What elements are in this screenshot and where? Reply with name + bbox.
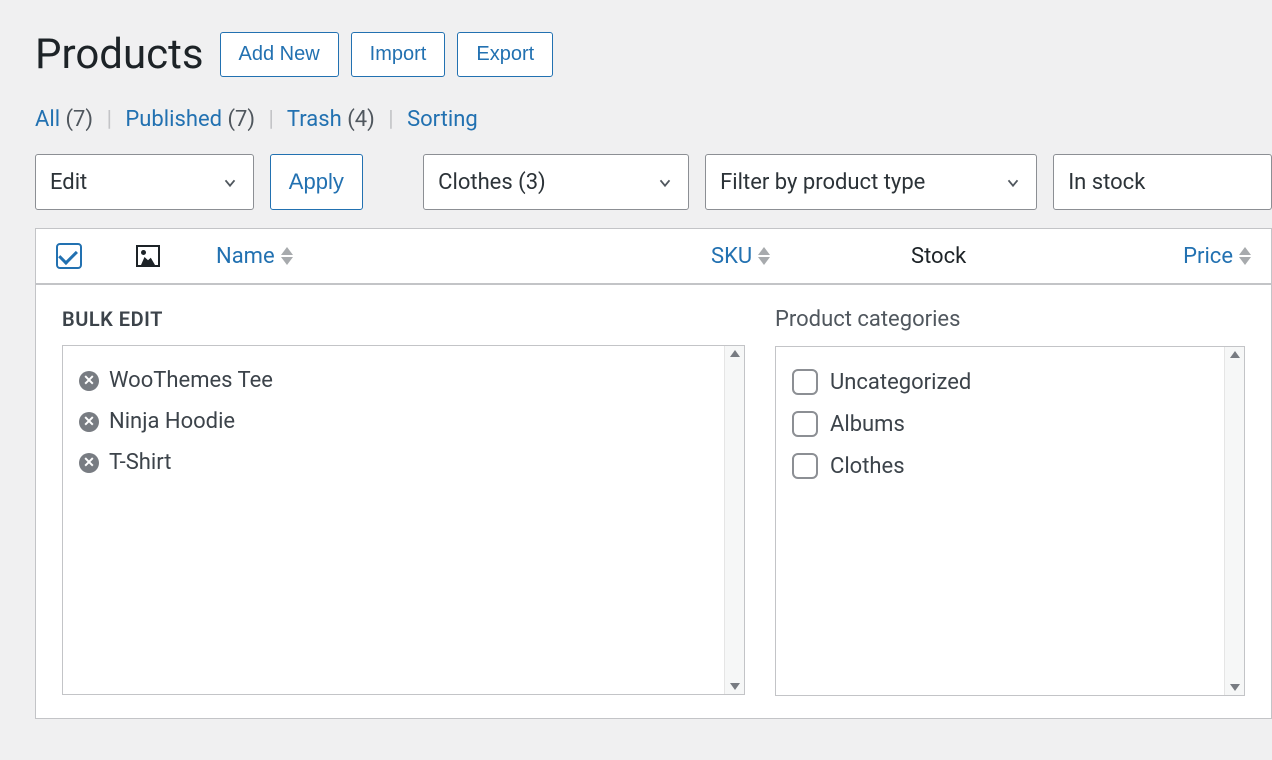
status-published-link[interactable]: Published	[125, 107, 222, 132]
import-button[interactable]: Import	[351, 32, 446, 77]
status-all-count: (7)	[66, 107, 94, 132]
scroll-down-icon	[730, 683, 740, 690]
scrollbar[interactable]	[724, 346, 744, 694]
category-item: Uncategorized	[792, 361, 1228, 403]
sort-icon	[1239, 247, 1251, 265]
bulk-edit-items-list: ✕ WooThemes Tee ✕ Ninja Hoodie ✕ T-Shirt	[62, 345, 745, 695]
bulk-edit-item: ✕ WooThemes Tee	[79, 360, 728, 401]
status-trash-count: (4)	[347, 107, 375, 132]
scroll-down-icon	[1230, 684, 1240, 691]
bulk-item-name: WooThemes Tee	[109, 368, 273, 393]
image-column-icon	[136, 245, 160, 267]
column-stock: Stock	[911, 244, 1111, 269]
product-type-filter-select[interactable]: Filter by product type	[705, 154, 1037, 210]
export-button[interactable]: Export	[457, 32, 553, 77]
status-published-count: (7)	[227, 107, 255, 132]
scroll-up-icon	[730, 350, 740, 357]
bulk-edit-item: ✕ Ninja Hoodie	[79, 401, 728, 442]
category-filter-select[interactable]: Clothes (3)	[423, 154, 689, 210]
column-price[interactable]: Price	[1111, 244, 1251, 269]
filters-row: Edit Apply Clothes (3) Filter by product…	[35, 154, 1272, 210]
column-sku[interactable]: SKU	[711, 244, 911, 269]
chevron-down-icon	[221, 173, 239, 191]
stock-filter-select[interactable]: In stock	[1053, 154, 1272, 210]
product-categories-list: Uncategorized Albums Clothes	[775, 346, 1245, 696]
bulk-action-select[interactable]: Edit	[35, 154, 254, 210]
apply-button[interactable]: Apply	[270, 154, 363, 210]
page-title: Products	[35, 30, 204, 79]
bulk-item-name: Ninja Hoodie	[109, 409, 235, 434]
category-label: Clothes	[830, 454, 905, 479]
add-new-button[interactable]: Add New	[220, 32, 339, 77]
table-header-row: Name SKU Stock Price	[35, 228, 1272, 285]
bulk-edit-panel: BULK EDIT ✕ WooThemes Tee ✕ Ninja Hoodie…	[35, 285, 1272, 719]
bulk-edit-heading: BULK EDIT	[62, 307, 745, 331]
select-all-checkbox[interactable]	[56, 243, 82, 269]
status-trash-link[interactable]: Trash	[287, 107, 342, 132]
scrollbar[interactable]	[1224, 347, 1244, 695]
status-filter-links: All (7) | Published (7) | Trash (4) | So…	[35, 107, 1272, 132]
chevron-down-icon	[1004, 173, 1022, 191]
scroll-up-icon	[1230, 351, 1240, 358]
column-name[interactable]: Name	[216, 244, 711, 269]
sort-icon	[758, 247, 770, 265]
bulk-edit-item: ✕ T-Shirt	[79, 442, 728, 483]
category-item: Clothes	[792, 445, 1228, 487]
category-item: Albums	[792, 403, 1228, 445]
category-label: Albums	[830, 412, 905, 437]
bulk-item-name: T-Shirt	[109, 450, 171, 475]
category-checkbox[interactable]	[792, 411, 818, 437]
remove-item-icon[interactable]: ✕	[79, 371, 99, 391]
status-sorting-link[interactable]: Sorting	[407, 107, 478, 132]
chevron-down-icon	[656, 173, 674, 191]
category-label: Uncategorized	[830, 370, 971, 395]
status-all-link[interactable]: All	[35, 107, 60, 132]
remove-item-icon[interactable]: ✕	[79, 453, 99, 473]
sort-icon	[281, 247, 293, 265]
page-header: Products Add New Import Export	[35, 30, 1272, 79]
category-checkbox[interactable]	[792, 369, 818, 395]
category-checkbox[interactable]	[792, 453, 818, 479]
product-categories-heading: Product categories	[775, 307, 1245, 332]
remove-item-icon[interactable]: ✕	[79, 412, 99, 432]
